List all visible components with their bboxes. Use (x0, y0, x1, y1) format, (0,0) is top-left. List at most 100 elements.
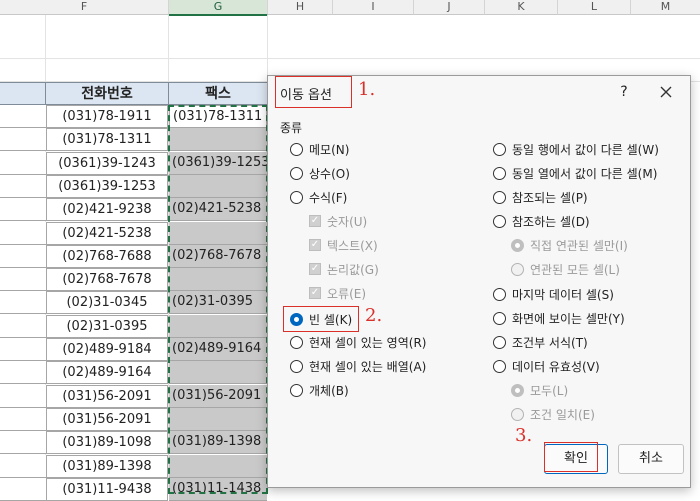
radio-selected[interactable] (511, 383, 524, 397)
cell-phone[interactable]: (02)489-9164 (46, 361, 168, 384)
left-option-4[interactable]: ✓ 텍스트(X) (309, 235, 378, 255)
cell-fax[interactable]: (031)89-1398 (169, 431, 267, 454)
column-header-j[interactable]: J (414, 0, 485, 15)
cell-a[interactable] (0, 198, 46, 221)
cell-fax[interactable] (169, 361, 267, 384)
cell-fax[interactable] (169, 455, 267, 478)
left-option-6[interactable]: ✓ 오류(E) (309, 283, 366, 303)
cell-a[interactable] (0, 152, 46, 175)
cell-fax[interactable] (169, 408, 267, 431)
left-option-2[interactable]: 수식(F) (290, 187, 347, 207)
cell-fax[interactable] (169, 268, 267, 291)
right-option-0[interactable]: 동일 행에서 값이 다른 셀(W) (493, 139, 659, 159)
radio[interactable] (493, 287, 506, 301)
cell-a[interactable] (0, 268, 46, 291)
radio[interactable] (493, 335, 506, 349)
right-option-9[interactable]: 데이터 유효성(V) (493, 356, 600, 376)
checkbox[interactable]: ✓ (309, 287, 321, 299)
radio[interactable] (493, 214, 506, 228)
radio[interactable] (493, 166, 506, 180)
right-option-7[interactable]: 화면에 보이는 셀만(Y) (493, 308, 625, 328)
column-header-h[interactable]: H (268, 0, 333, 15)
left-option-8[interactable]: 현재 셀이 있는 영역(R) (290, 332, 426, 352)
right-option-11[interactable]: 조건 일치(E) (511, 404, 595, 424)
radio[interactable] (493, 311, 506, 325)
cell-a[interactable] (0, 455, 46, 478)
column-header-l[interactable]: L (558, 0, 631, 15)
cell-phone[interactable]: (031)56-2091 (46, 408, 168, 431)
radio[interactable] (290, 190, 303, 204)
cell-phone[interactable]: (0361)39-1243 (46, 152, 168, 175)
cell-fax[interactable] (169, 175, 267, 198)
close-button[interactable] (654, 80, 678, 104)
cell-fax[interactable] (169, 128, 267, 151)
cell-fax[interactable]: (031)11-1438 (169, 478, 267, 501)
cell-phone[interactable]: (02)31-0345 (46, 291, 168, 314)
cell-a[interactable] (0, 105, 46, 128)
cell-a[interactable] (0, 408, 46, 431)
cancel-button[interactable]: 취소 (618, 444, 684, 474)
right-option-8[interactable]: 조건부 서식(T) (493, 332, 588, 352)
header-cell-blank[interactable] (0, 82, 46, 105)
right-option-4[interactable]: 직접 연관된 셀만(I) (511, 235, 628, 255)
cell-a[interactable] (0, 128, 46, 151)
cell-fax[interactable]: (0361)39-1253 (169, 152, 270, 175)
cell-a[interactable] (0, 361, 46, 384)
cell-a[interactable] (0, 431, 46, 454)
cell-a[interactable] (0, 245, 46, 268)
cell-fax[interactable]: (02)768-7678 (169, 245, 267, 268)
column-header-k[interactable]: K (485, 0, 558, 15)
cell-fax[interactable] (169, 222, 267, 245)
cell-fax[interactable]: (031)56-2091 (169, 385, 267, 408)
radio[interactable] (290, 383, 303, 397)
cell-a[interactable] (0, 385, 46, 408)
right-option-1[interactable]: 동일 열에서 값이 다른 셀(M) (493, 163, 657, 183)
cell-phone[interactable]: (02)768-7688 (46, 245, 168, 268)
left-option-10[interactable]: 개체(B) (290, 380, 349, 400)
left-option-3[interactable]: ✓ 숫자(U) (309, 211, 367, 231)
cell-phone[interactable]: (02)768-7678 (46, 268, 168, 291)
header-cell-fax[interactable]: 팩스 (168, 82, 268, 105)
radio[interactable] (493, 359, 506, 373)
cell-fax[interactable]: (02)421-5238 (169, 198, 267, 221)
cell-phone[interactable]: (02)31-0395 (46, 315, 168, 338)
cell-a[interactable] (0, 222, 46, 245)
radio[interactable] (511, 262, 524, 276)
column-header-i[interactable]: I (333, 0, 414, 15)
left-option-0[interactable]: 메모(N) (290, 139, 349, 159)
radio[interactable] (290, 335, 303, 349)
cell-a[interactable] (0, 478, 46, 501)
left-option-5[interactable]: ✓ 논리값(G) (309, 259, 379, 279)
cell-a[interactable] (0, 291, 46, 314)
cell-fax[interactable]: (031)78-1311 (169, 105, 267, 128)
right-option-6[interactable]: 마지막 데이터 셀(S) (493, 284, 614, 304)
cell-a[interactable] (0, 175, 46, 198)
cell-a[interactable] (0, 315, 46, 338)
cell-phone[interactable]: (031)89-1098 (46, 431, 168, 454)
cell-phone[interactable]: (031)89-1398 (46, 455, 168, 478)
radio[interactable] (290, 142, 303, 156)
radio[interactable] (290, 359, 303, 373)
column-header-g[interactable]: G (169, 0, 268, 16)
help-button[interactable]: ? (614, 82, 634, 102)
right-option-3[interactable]: 참조하는 셀(D) (493, 211, 590, 231)
radio-selected[interactable] (511, 238, 524, 252)
radio[interactable] (511, 407, 524, 421)
checkbox[interactable]: ✓ (309, 215, 321, 227)
cell-a[interactable] (0, 338, 46, 361)
cell-phone[interactable]: (031)11-9438 (46, 478, 168, 501)
checkbox[interactable]: ✓ (309, 239, 321, 251)
cell-phone[interactable]: (02)421-9238 (46, 198, 168, 221)
cell-phone[interactable]: (031)78-1311 (46, 128, 168, 151)
column-header-m[interactable]: M (631, 0, 700, 15)
cell-phone[interactable]: (031)78-1911 (46, 105, 168, 128)
checkbox[interactable]: ✓ (309, 263, 321, 275)
cell-fax[interactable] (169, 315, 267, 338)
column-header-f[interactable]: F (0, 0, 169, 15)
right-option-5[interactable]: 연관된 모든 셀(L) (511, 259, 620, 279)
cell-phone[interactable]: (031)56-2091 (46, 385, 168, 408)
cell-phone[interactable]: (0361)39-1253 (46, 175, 168, 198)
cell-phone[interactable]: (02)489-9184 (46, 338, 168, 361)
left-option-9[interactable]: 현재 셀이 있는 배열(A) (290, 356, 426, 376)
radio[interactable] (290, 166, 303, 180)
